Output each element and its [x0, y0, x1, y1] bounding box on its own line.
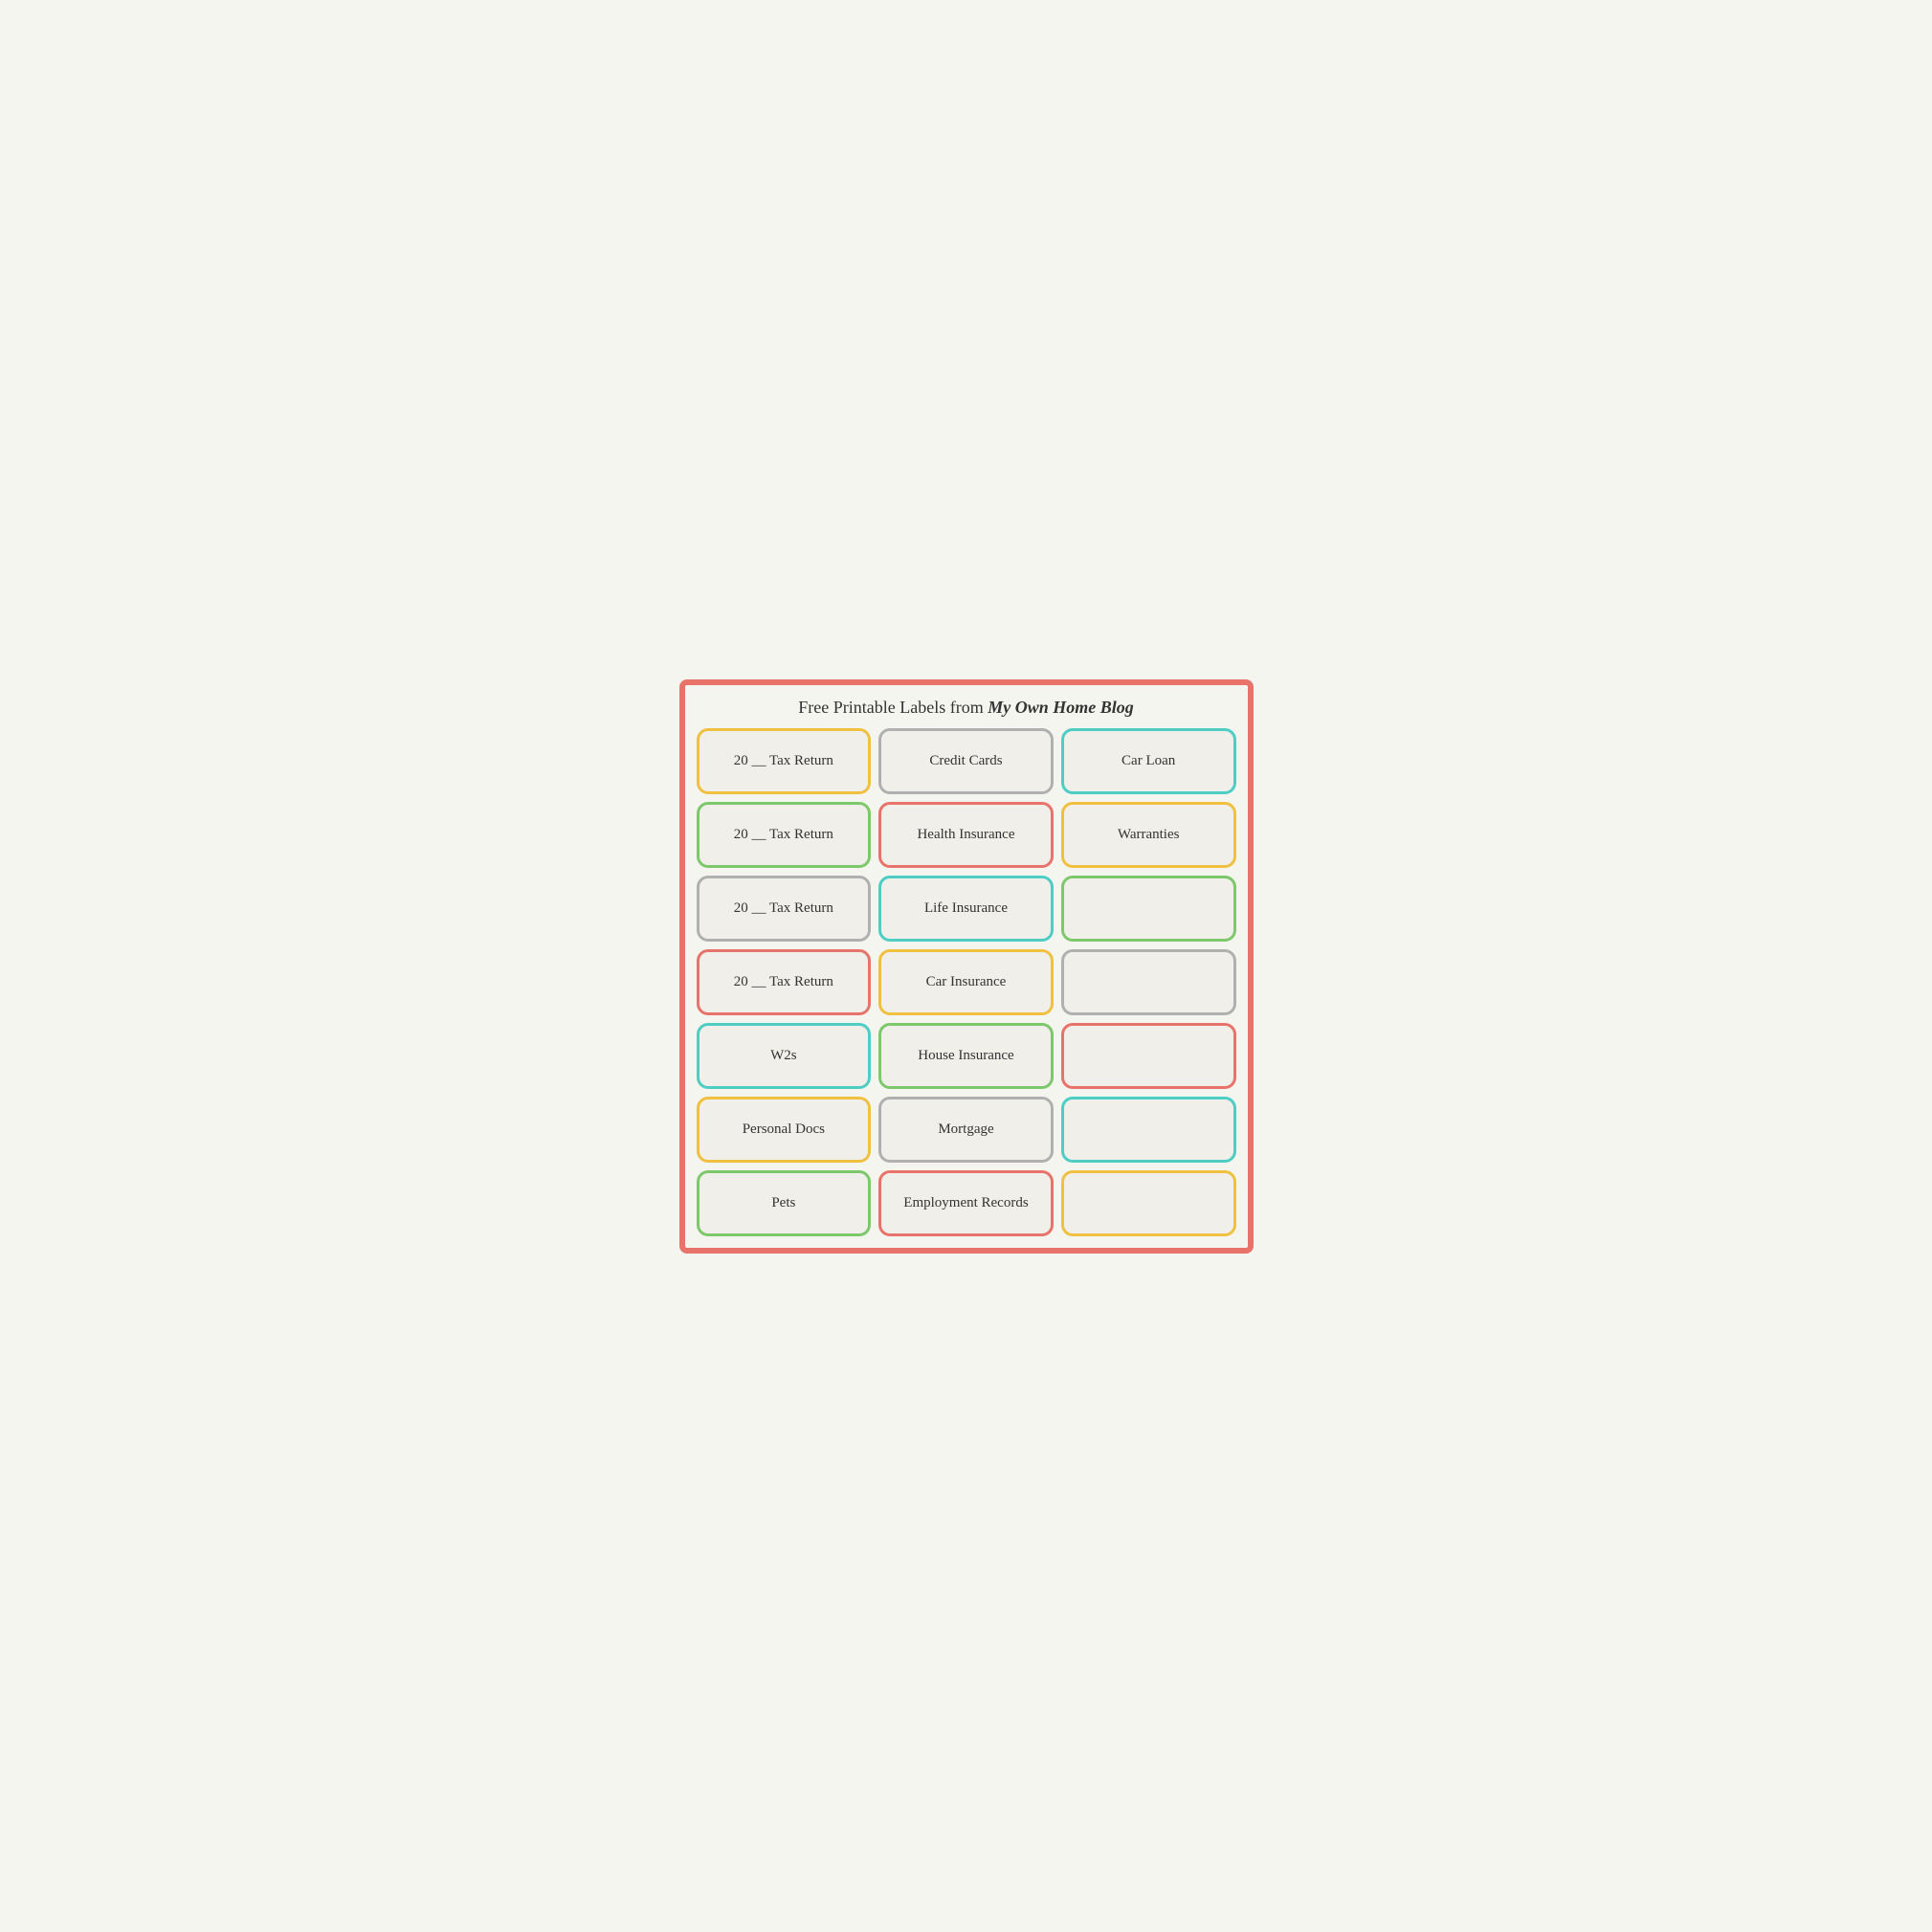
- label-card: Car Loan: [1061, 728, 1236, 794]
- label-card: [1061, 876, 1236, 942]
- label-card: 20 __ Tax Return: [697, 728, 872, 794]
- label-card: Life Insurance: [878, 876, 1054, 942]
- label-card: [1061, 1097, 1236, 1163]
- page-container: Free Printable Labels from My Own Home B…: [679, 679, 1254, 1254]
- title-part2: My Own Home Blog: [988, 698, 1134, 717]
- label-card: 20 __ Tax Return: [697, 802, 872, 868]
- label-card: Employment Records: [878, 1170, 1054, 1236]
- label-card: Mortgage: [878, 1097, 1054, 1163]
- label-card: [1061, 1170, 1236, 1236]
- label-grid: 20 __ Tax ReturnCredit CardsCar Loan20 _…: [697, 728, 1236, 1236]
- label-card: 20 __ Tax Return: [697, 949, 872, 1015]
- label-card: Car Insurance: [878, 949, 1054, 1015]
- label-card: Warranties: [1061, 802, 1236, 868]
- label-card: Personal Docs: [697, 1097, 872, 1163]
- label-card: [1061, 1023, 1236, 1089]
- label-card: Pets: [697, 1170, 872, 1236]
- label-card: 20 __ Tax Return: [697, 876, 872, 942]
- label-card: W2s: [697, 1023, 872, 1089]
- title-part1: Free Printable Labels from: [798, 698, 988, 717]
- label-card: Health Insurance: [878, 802, 1054, 868]
- page-title: Free Printable Labels from My Own Home B…: [697, 697, 1236, 719]
- label-card: House Insurance: [878, 1023, 1054, 1089]
- label-card: [1061, 949, 1236, 1015]
- label-card: Credit Cards: [878, 728, 1054, 794]
